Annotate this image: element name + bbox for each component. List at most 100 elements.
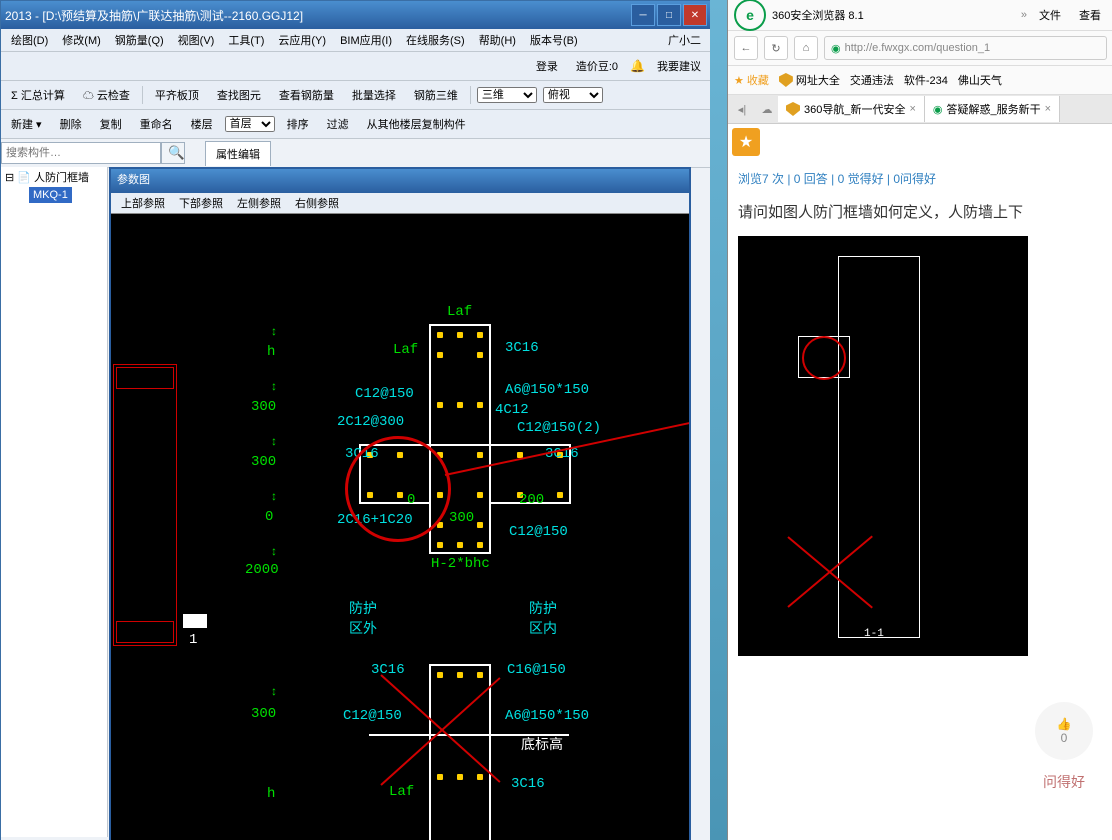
- maximize-button[interactable]: □: [657, 4, 681, 26]
- view-top-select[interactable]: 俯视: [543, 87, 603, 103]
- rebar-dot: [457, 774, 463, 780]
- menu-cloud[interactable]: 云应用(Y): [272, 30, 332, 50]
- find-elem-button[interactable]: 查找图元: [211, 84, 267, 106]
- browser-menu-expand-icon[interactable]: »: [1021, 9, 1027, 21]
- dim-300-c: 300: [251, 706, 276, 722]
- toolbar-edit: 新建 ▾ 删除 复制 重命名 楼层 首层 排序 过滤 从其他楼层复制构件: [1, 110, 711, 139]
- lbl-a6-a: A6@150*150: [505, 382, 589, 398]
- rebar-dot: [477, 452, 483, 458]
- vote-button[interactable]: 👍 0: [1035, 702, 1093, 760]
- rebar-3d-button[interactable]: 钢筋三维: [408, 84, 464, 106]
- globe-icon: ◉: [933, 103, 943, 116]
- lbl-laf3: Laf: [389, 784, 414, 800]
- home-button[interactable]: ⌂: [794, 36, 818, 60]
- rebar-dot: [477, 332, 483, 338]
- view-3d-select[interactable]: 三维: [477, 87, 537, 103]
- cloud-sync-icon[interactable]: ☁: [756, 103, 778, 116]
- new-button[interactable]: 新建 ▾: [5, 113, 48, 135]
- lbl-c12-150a: C12@150: [355, 386, 414, 402]
- view-rebar-button[interactable]: 查看钢筋量: [273, 84, 340, 106]
- flat-top-button[interactable]: 平齐板顶: [149, 84, 205, 106]
- search-button[interactable]: 🔍: [161, 142, 185, 164]
- login-button[interactable]: 登录: [530, 55, 564, 77]
- rename-button[interactable]: 重命名: [134, 113, 179, 135]
- browser-window: e 360安全浏览器 8.1 » 文件 查看 ← ↻ ⌂ ◉http://e.f…: [727, 0, 1112, 840]
- user-name[interactable]: 广小二: [662, 30, 707, 50]
- tab-close-icon[interactable]: ×: [1045, 103, 1051, 115]
- lbl-c12-150c: C12@150: [343, 708, 402, 724]
- bookmark-sites[interactable]: 网址大全: [779, 72, 840, 88]
- tab-property-edit[interactable]: 属性编辑: [205, 141, 271, 166]
- back-button[interactable]: ←: [734, 36, 758, 60]
- bookmark-traffic[interactable]: 交通违法: [850, 72, 894, 88]
- browser-content: 浏览7 次 | 0 回答 | 0 觉得好 | 0问得好 请问如图人防门框墙如何定…: [728, 160, 1112, 676]
- browser-tab-360nav[interactable]: 360导航_新一代安全 ×: [778, 96, 925, 122]
- menu-tools[interactable]: 工具(T): [222, 30, 270, 50]
- delete-button[interactable]: 删除: [54, 113, 88, 135]
- menu-view[interactable]: 视图(V): [172, 30, 221, 50]
- dim-arrow: ↕: [271, 324, 277, 338]
- menu-draw[interactable]: 绘图(D): [5, 30, 54, 50]
- layer-button[interactable]: 楼层: [185, 113, 219, 135]
- tab-prev-button[interactable]: ◂|: [728, 103, 756, 116]
- dim-0: 0: [265, 509, 273, 525]
- sidebar-favorite-button[interactable]: ★: [732, 128, 760, 156]
- lbl-3c16e: 3C16: [511, 776, 545, 792]
- vote-count: 0: [1061, 731, 1068, 745]
- lbl-laf1: Laf: [447, 304, 472, 320]
- menu-help[interactable]: 帮助(H): [473, 30, 522, 50]
- browser-titlebar: e 360安全浏览器 8.1 » 文件 查看: [728, 0, 1112, 31]
- browser-tabs: ◂| ☁ 360导航_新一代安全 × ◉答疑解惑_服务新干×: [728, 95, 1112, 124]
- copy-from-button[interactable]: 从其他楼层复制构件: [361, 113, 472, 135]
- param-menu-top[interactable]: 上部参照: [115, 193, 171, 213]
- param-menu-right[interactable]: 右侧参照: [289, 193, 345, 213]
- lbl-laf2: Laf: [393, 342, 418, 358]
- suggest-button[interactable]: 我要建议: [651, 55, 707, 77]
- rebar-dot: [457, 402, 463, 408]
- cloud-check-button[interactable]: ☁ 云检查: [77, 84, 136, 106]
- dim-h-top: h: [267, 344, 275, 360]
- cad-canvas[interactable]: 1 h 300 300 0 2000 300 h ↕ ↕ ↕ ↕ ↕ ↕: [111, 214, 689, 840]
- tree-root-label: 人防门框墙: [34, 172, 89, 184]
- favorites-button[interactable]: ★收藏: [734, 72, 769, 88]
- menu-modify[interactable]: 修改(M): [56, 30, 107, 50]
- bookmark-weather[interactable]: 佛山天气: [958, 72, 1002, 88]
- question-image[interactable]: 1-1: [738, 236, 1028, 656]
- menu-bim[interactable]: BIM应用(I): [334, 30, 398, 50]
- floor-select[interactable]: 首层: [225, 116, 275, 132]
- browser-name: 360安全浏览器 8.1: [772, 7, 864, 23]
- filter-button[interactable]: 过滤: [321, 113, 355, 135]
- lbl-zone-in: 防护 区内: [529, 598, 557, 638]
- dim-arrow: ↕: [271, 379, 277, 393]
- wline: [429, 664, 491, 666]
- batch-select-button[interactable]: 批量选择: [346, 84, 402, 106]
- menu-rebar[interactable]: 钢筋量(Q): [109, 30, 170, 50]
- tab-label: 360导航_新一代安全: [804, 101, 905, 117]
- param-menu-bottom[interactable]: 下部参照: [173, 193, 229, 213]
- tab-close-icon[interactable]: ×: [909, 103, 915, 115]
- menu-version[interactable]: 版本号(B): [524, 30, 584, 50]
- tree-child-selected[interactable]: MKQ-1: [29, 187, 72, 203]
- url-bar[interactable]: ◉http://e.fwxgx.com/question_1: [824, 36, 1107, 60]
- browser-menu-view[interactable]: 查看: [1073, 5, 1107, 25]
- rebar-dot: [437, 402, 443, 408]
- lbl-2c12-300: 2C12@300: [337, 414, 404, 430]
- bell-icon[interactable]: 🔔: [630, 59, 645, 73]
- copy-button[interactable]: 复制: [94, 113, 128, 135]
- search-input[interactable]: [1, 142, 161, 164]
- param-menu: 上部参照 下部参照 左侧参照 右侧参照: [111, 193, 689, 214]
- dim-arrow: ↕: [271, 489, 277, 503]
- tree-root[interactable]: ⊟ 📄 人防门框墙: [1, 167, 107, 187]
- browser-tab-qa[interactable]: ◉答疑解惑_服务新干×: [925, 96, 1060, 122]
- separator: [142, 86, 143, 104]
- browser-menu-file[interactable]: 文件: [1033, 5, 1067, 25]
- reload-button[interactable]: ↻: [764, 36, 788, 60]
- bookmark-software[interactable]: 软件-234: [904, 72, 948, 88]
- menu-online[interactable]: 在线服务(S): [400, 30, 471, 50]
- minimize-button[interactable]: ─: [631, 4, 655, 26]
- browser-nav: ← ↻ ⌂ ◉http://e.fwxgx.com/question_1: [728, 31, 1112, 66]
- param-menu-left[interactable]: 左侧参照: [231, 193, 287, 213]
- sort-button[interactable]: 排序: [281, 113, 315, 135]
- close-button[interactable]: ✕: [683, 4, 707, 26]
- sum-button[interactable]: Σ 汇总计算: [5, 84, 71, 106]
